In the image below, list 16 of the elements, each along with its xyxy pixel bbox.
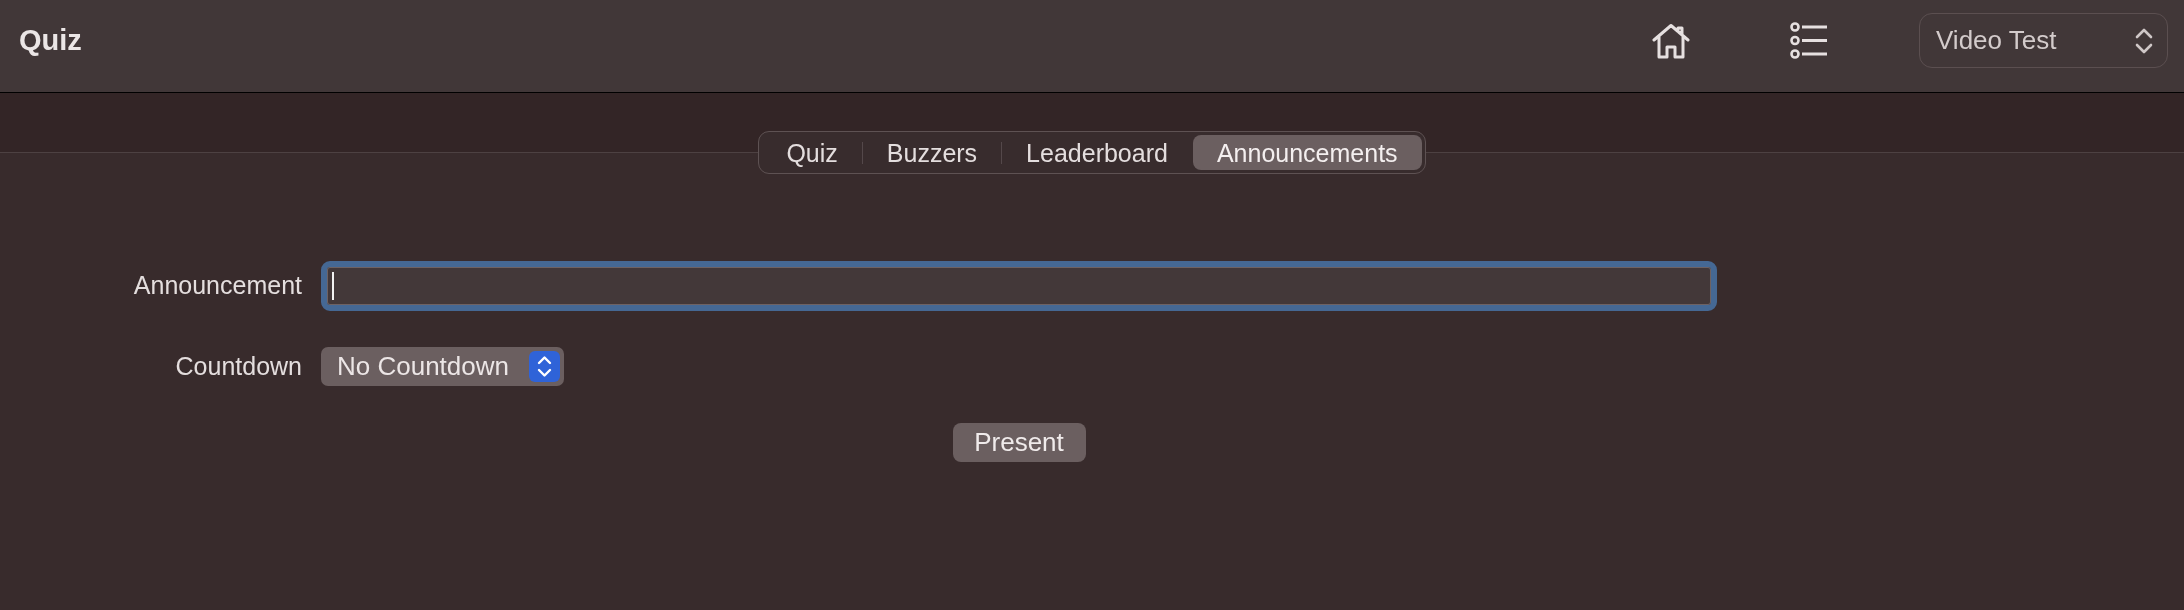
field-label: Announcement: [132, 270, 302, 302]
text-cursor-icon: [332, 272, 334, 300]
tab[interactable]: Announcements: [1192, 135, 1422, 170]
field-label: Countdown: [174, 350, 302, 382]
home-icon[interactable]: [1652, 22, 1690, 59]
project-dropdown[interactable]: Video Test: [1919, 13, 2168, 68]
tab[interactable]: Buzzers: [862, 135, 1002, 170]
present-button[interactable]: Present: [952, 423, 1086, 462]
countdown-popup[interactable]: No Countdown: [321, 347, 564, 386]
list-icon[interactable]: [1790, 22, 1828, 59]
window-title: Quiz: [19, 22, 82, 58]
stepper-icon: [529, 351, 560, 382]
tab[interactable]: Leaderboard: [1002, 135, 1192, 170]
tab[interactable]: Quiz: [762, 135, 862, 170]
announcement-field[interactable]: [321, 261, 1717, 311]
chevron-up-down-icon: [2135, 27, 2153, 54]
